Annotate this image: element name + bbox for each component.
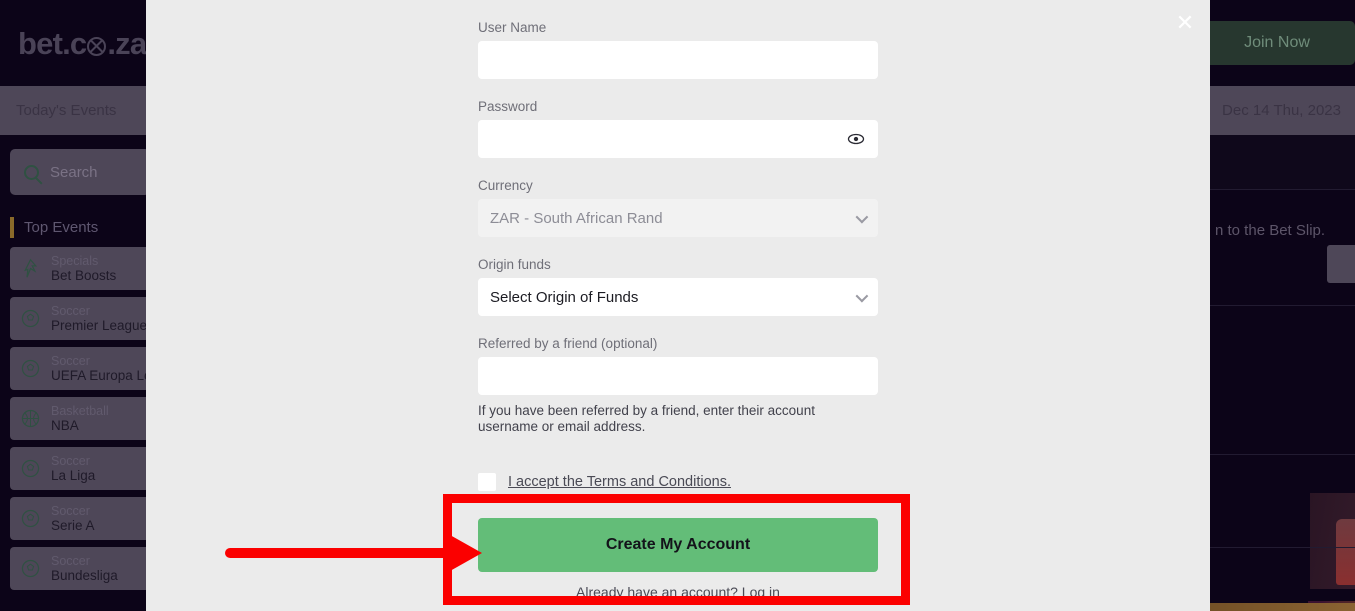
sidebar-item-name: Serie A — [51, 517, 95, 533]
soccer-ball-icon — [21, 559, 40, 578]
bet-slip-stake-input[interactable] — [1327, 245, 1355, 283]
eye-icon[interactable] — [846, 129, 866, 149]
sidebar-item-sport: Soccer — [51, 353, 90, 368]
annotation-arrow-shaft — [225, 548, 460, 558]
currency-select[interactable]: ZAR - South African Rand — [478, 199, 878, 237]
nav-date: Dec 14 Thu, 2023 — [1222, 102, 1341, 119]
sidebar-item-nba[interactable]: Basketball NBA — [10, 397, 150, 440]
bet-slip-note: n to the Bet Slip. — [1215, 222, 1326, 239]
sidebar-item-name: UEFA Europa Lea — [51, 367, 160, 383]
section-accent-bar — [10, 216, 14, 238]
sidebar-item-text: Soccer UEFA Europa Lea — [51, 354, 159, 383]
sidebar-item-text: Specials Bet Boosts — [51, 254, 116, 283]
origin-funds-value: Select Origin of Funds — [490, 288, 639, 306]
screen: bet.c.za Login Join Now Today's Events R… — [0, 0, 1355, 611]
referral-label: Referred by a friend (optional) — [478, 336, 658, 351]
currency-label: Currency — [478, 178, 533, 193]
chevron-down-icon — [855, 210, 869, 224]
field-password: Password — [478, 99, 878, 158]
password-input-wrap — [478, 120, 878, 158]
sidebar-item-name: La Liga — [51, 467, 96, 483]
logo-ball-icon — [87, 37, 107, 56]
already-have-account-link[interactable]: Already have an account? Log in — [478, 584, 878, 600]
sidebar-section-label: Top Events — [24, 218, 99, 236]
close-icon[interactable]: ✕ — [1170, 8, 1200, 38]
origin-funds-select[interactable]: Select Origin of Funds — [478, 278, 878, 316]
field-referral: Referred by a friend (optional) If you h… — [478, 336, 878, 435]
sidebar-item-sport: Soccer — [51, 503, 90, 518]
divider — [1195, 189, 1355, 190]
promo-banner[interactable] — [1310, 493, 1355, 589]
create-my-account-button[interactable]: Create My Account — [478, 517, 878, 572]
sidebar-item-sport: Basketball — [51, 403, 109, 418]
nav-right-group: ▾ Dec 14 Thu, 2023 — [1190, 86, 1355, 135]
basketball-icon — [21, 409, 40, 428]
sidebar-item-uefa-europa-league[interactable]: Soccer UEFA Europa Lea — [10, 347, 159, 390]
registration-modal: ✕ User Name Password Currency ZAR - Sout… — [146, 0, 1210, 611]
username-label: User Name — [478, 20, 547, 35]
sidebar-item-premier-league[interactable]: Soccer Premier League — [10, 297, 150, 340]
password-label: Password — [478, 99, 538, 114]
sidebar-item-serie-a[interactable]: Soccer Serie A — [10, 497, 150, 540]
username-input[interactable] — [478, 41, 878, 79]
nav-item-todays-events[interactable]: Today's Events — [0, 102, 132, 119]
divider — [1195, 454, 1355, 455]
join-now-button[interactable]: Join Now — [1199, 21, 1355, 65]
field-username: User Name — [478, 0, 878, 79]
sidebar-item-name: Bundesliga — [51, 567, 118, 583]
soccer-ball-icon — [21, 359, 40, 378]
sidebar-item-sport: Soccer — [51, 553, 90, 568]
sidebar-item-sport: Soccer — [51, 303, 90, 318]
origin-funds-label: Origin funds — [478, 257, 551, 272]
sidebar-item-text: Soccer Bundesliga — [51, 554, 118, 583]
terms-link[interactable]: I accept the Terms and Conditions. — [508, 474, 731, 490]
sidebar-search-placeholder: Search — [50, 163, 98, 181]
field-origin-funds: Origin funds Select Origin of Funds — [478, 257, 878, 316]
terms-checkbox[interactable] — [478, 472, 496, 491]
bet-slip-header — [1195, 135, 1355, 189]
soccer-ball-icon — [21, 309, 40, 328]
field-currency: Currency ZAR - South African Rand — [478, 178, 878, 237]
annotation-arrow-head — [450, 535, 482, 571]
search-icon — [24, 164, 39, 180]
sidebar-item-text: Soccer Serie A — [51, 504, 95, 533]
sidebar-item-bet-boosts[interactable]: Specials Bet Boosts — [10, 247, 150, 290]
divider — [1195, 305, 1355, 306]
sidebar-item-name: Bet Boosts — [51, 267, 117, 283]
sidebar-item-la-liga[interactable]: Soccer La Liga — [10, 447, 150, 490]
sidebar-item-text: Soccer La Liga — [51, 454, 95, 483]
registration-form: User Name Password Currency ZAR - South … — [478, 0, 878, 600]
sidebar-item-sport: Specials — [51, 253, 99, 268]
divider — [1195, 547, 1355, 548]
referral-input[interactable] — [478, 357, 878, 395]
sidebar-item-text: Soccer Premier League — [51, 304, 147, 333]
sidebar-search[interactable]: Search — [10, 149, 150, 195]
site-logo[interactable]: bet.c .za — [18, 26, 147, 62]
chevron-down-icon — [855, 289, 869, 303]
sidebar-item-text: Basketball NBA — [51, 404, 109, 433]
sidebar-item-name: Premier League — [51, 317, 148, 333]
boost-icon — [24, 258, 38, 278]
password-input[interactable] — [478, 120, 878, 158]
referral-help-text: If you have been referred by a friend, e… — [478, 403, 815, 434]
promo-character — [1336, 519, 1355, 585]
currency-value: ZAR - South African Rand — [490, 209, 663, 227]
sidebar-item-name: NBA — [51, 417, 79, 433]
terms-row: I accept the Terms and Conditions. — [478, 472, 878, 491]
sidebar-item-bundesliga[interactable]: Soccer Bundesliga — [10, 547, 150, 590]
soccer-ball-icon — [21, 509, 40, 528]
sidebar: Search Top Events Specials Bet Boosts So… — [0, 135, 160, 611]
sidebar-section-top-events: Top Events — [10, 214, 150, 240]
sidebar-item-sport: Soccer — [51, 453, 90, 468]
soccer-ball-icon — [21, 459, 40, 478]
